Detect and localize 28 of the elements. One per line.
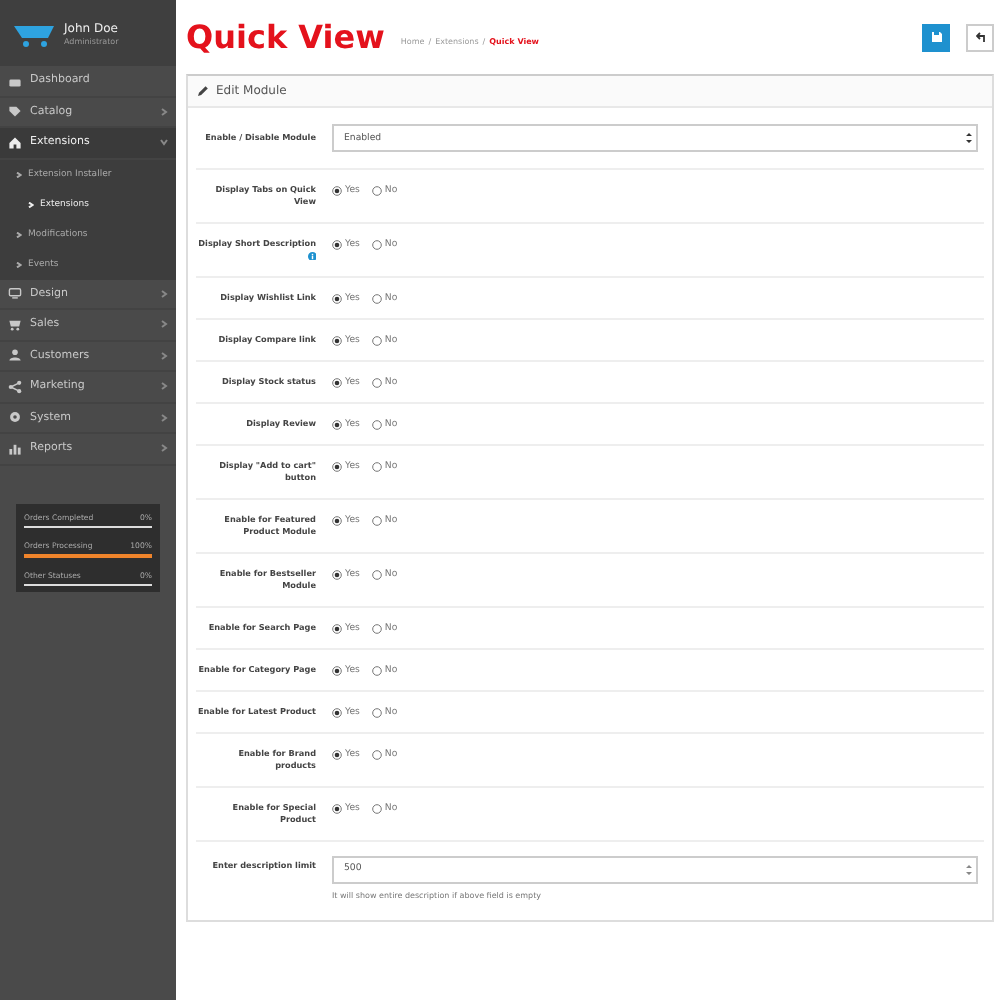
chevron-right-icon (160, 289, 168, 298)
chevron-right-icon (160, 413, 168, 422)
page-title: Quick View (186, 18, 385, 56)
chevron-right-icon (160, 351, 168, 360)
select-arrows-icon (966, 132, 972, 144)
menu-icon (8, 348, 22, 363)
chevron-right-icon (16, 261, 22, 267)
menu-icon (8, 379, 22, 394)
pencil-icon (198, 86, 208, 96)
save-icon (931, 32, 941, 42)
menu-icon (8, 441, 22, 456)
save-button[interactable] (922, 23, 950, 51)
chevron-right-icon (16, 231, 22, 237)
menu-icon (8, 410, 22, 425)
chevron-right-icon (160, 444, 168, 453)
chevron-right-icon (16, 171, 22, 177)
undo-icon (975, 32, 985, 42)
spinner-arrows-icon (966, 863, 972, 875)
back-button[interactable] (966, 23, 994, 51)
menu-icon (8, 317, 22, 332)
chevron-right-icon (160, 320, 168, 329)
chevron-right-icon (160, 382, 168, 391)
chevron-right-icon (28, 201, 34, 207)
menu-icon (8, 104, 22, 119)
menu-icon (8, 286, 22, 301)
chevron-down-icon (160, 138, 168, 147)
menu-icon (8, 135, 22, 150)
chevron-right-icon (160, 107, 168, 116)
